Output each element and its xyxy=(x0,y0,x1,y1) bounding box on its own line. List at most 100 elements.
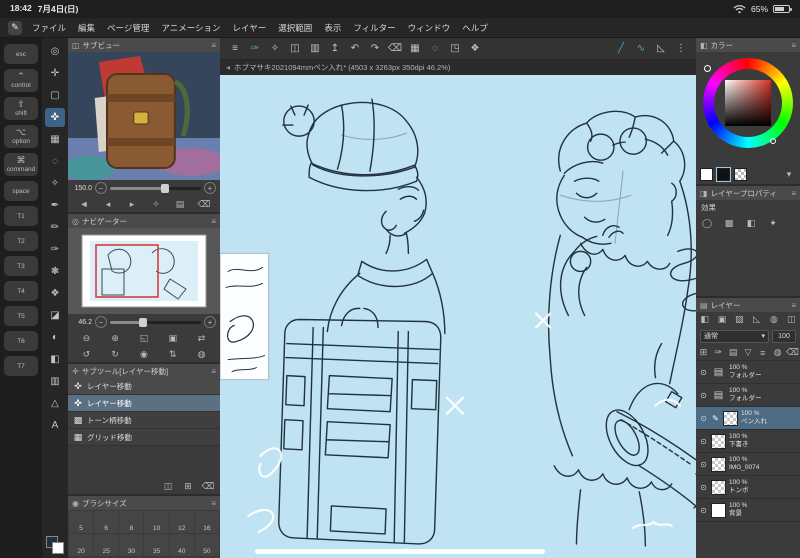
zoom-in-button[interactable]: + xyxy=(204,182,216,194)
tool-button[interactable]: ✧ xyxy=(45,174,65,193)
layer-row[interactable]: ⊙ ✎ ▤ 100 % トンボ xyxy=(696,476,800,499)
visibility-eye-icon[interactable]: ⊙ xyxy=(699,368,708,377)
command-bar-icon[interactable]: ≡ xyxy=(226,40,244,57)
layer-toolbar-icon[interactable]: ◍ xyxy=(771,346,785,359)
tool-button[interactable]: ✜ xyxy=(45,108,65,127)
tool-button[interactable]: ✑ xyxy=(45,240,65,259)
tool-button[interactable]: ✛ xyxy=(45,64,65,83)
layer-row[interactable]: ⊙ ✎ ▤ 100 % 背景 xyxy=(696,499,800,522)
command-bar-icon[interactable]: ✑ xyxy=(246,40,264,57)
brush-size-cell[interactable]: 12 xyxy=(169,511,194,533)
modifier-key[interactable]: T4 xyxy=(4,281,38,301)
subview-control-icon[interactable]: ✧ xyxy=(149,198,163,211)
transparent-color-chip[interactable] xyxy=(734,168,747,181)
command-bar-icon[interactable]: ↷ xyxy=(366,40,384,57)
tool-button[interactable]: ▢ xyxy=(45,86,65,105)
sv-cursor[interactable] xyxy=(770,138,776,144)
subview-control-icon[interactable]: ▤ xyxy=(173,198,187,211)
navigator-control-icon[interactable]: ↻ xyxy=(108,348,122,361)
brush-size-cell[interactable]: 50 xyxy=(194,534,219,556)
nav-zoom-in-button[interactable]: + xyxy=(204,316,216,328)
visibility-eye-icon[interactable]: ⊙ xyxy=(699,483,708,492)
subtool-header[interactable]: ✛ サブツール[レイヤー移動] ≡ xyxy=(68,364,220,378)
layer-toolbar-icon[interactable]: ⊞ xyxy=(696,346,710,359)
subview-zoom-slider[interactable] xyxy=(110,183,201,193)
navigator-thumbnail[interactable] xyxy=(68,228,220,314)
tool-button[interactable]: ◧ xyxy=(45,350,65,369)
blend-mode-select[interactable]: 通常 ▾ xyxy=(700,329,769,343)
panel-menu-icon[interactable]: ≡ xyxy=(211,41,216,50)
command-bar-icon[interactable]: ↥ xyxy=(326,40,344,57)
layer-toolbar-icon[interactable]: ▨ xyxy=(732,313,746,326)
color-swatch-pair[interactable] xyxy=(46,536,64,554)
brush-size-cell[interactable]: 20 xyxy=(69,534,94,556)
clip-studio-icon[interactable]: ✎ xyxy=(8,20,22,35)
hue-cursor[interactable] xyxy=(704,65,711,72)
panel-menu-icon[interactable]: ≡ xyxy=(211,217,216,226)
brush-size-cell[interactable]: 10 xyxy=(144,511,169,533)
layer-thumbnail[interactable] xyxy=(711,433,726,449)
modifier-key[interactable]: T3 xyxy=(4,256,38,276)
command-bar-icon[interactable]: ◫ xyxy=(286,40,304,57)
effect-icon[interactable]: ✦ xyxy=(766,217,780,230)
subtool-item[interactable]: ▦ グリッド移動 xyxy=(68,429,220,446)
navigator-control-icon[interactable]: ⊕ xyxy=(108,332,122,345)
navigator-control-icon[interactable]: ◱ xyxy=(137,332,151,345)
brush-size-cell[interactable]: 40 xyxy=(169,534,194,556)
modifier-key[interactable]: T5 xyxy=(4,306,38,326)
tab-collapse-icon[interactable]: ◂ xyxy=(226,63,230,72)
tool-button[interactable]: △ xyxy=(45,394,65,413)
layer-toolbar-icon[interactable]: ◧ xyxy=(698,313,712,326)
visibility-eye-icon[interactable]: ⊙ xyxy=(699,414,708,423)
modifier-key[interactable]: ⇧ shift xyxy=(4,97,38,120)
layer-toolbar-icon[interactable]: ▤ xyxy=(726,346,740,359)
command-bar-icon[interactable]: ◌ xyxy=(426,40,444,57)
navigator-control-icon[interactable]: ⊖ xyxy=(79,332,93,345)
panel-menu-icon[interactable]: ≡ xyxy=(211,499,216,508)
subtool-footer-icon[interactable]: ◫ xyxy=(161,480,175,493)
layer-row[interactable]: ⊙ ✎ ▤ 100 % フォルダー xyxy=(696,384,800,407)
effect-icon[interactable]: ◧ xyxy=(744,217,758,230)
panel-menu-icon[interactable]: ≡ xyxy=(211,367,216,376)
tool-button[interactable]: ◌ xyxy=(45,152,65,171)
modifier-key[interactable]: T6 xyxy=(4,331,38,351)
navigator-header[interactable]: ◎ ナビゲーター ≡ xyxy=(68,214,220,228)
white-color-chip[interactable] xyxy=(700,168,713,181)
tool-button[interactable]: ▥ xyxy=(45,372,65,391)
layer-header[interactable]: ▤ レイヤー ≡ xyxy=(696,298,800,312)
command-bar-icon[interactable]: ↶ xyxy=(346,40,364,57)
menu-item[interactable]: ヘルプ xyxy=(462,22,488,34)
command-bar-icon[interactable]: ∿ xyxy=(632,40,650,57)
subtool-footer-icon[interactable]: ⊞ xyxy=(181,480,195,493)
brush-size-cell[interactable]: 25 xyxy=(94,534,119,556)
tool-button[interactable]: ✏ xyxy=(45,218,65,237)
document-tab-title[interactable]: ホブマサキ2021094mmペン入れ* (4503 x 3263px 350dp… xyxy=(234,62,450,73)
brush-size-cell[interactable]: 8 xyxy=(119,511,144,533)
black-color-chip[interactable] xyxy=(716,167,731,182)
panel-menu-icon[interactable]: ≡ xyxy=(791,189,796,198)
layer-toolbar-icon[interactable]: ▽ xyxy=(741,346,755,359)
navigator-control-icon[interactable]: ↺ xyxy=(79,348,93,361)
tool-button[interactable]: ◪ xyxy=(45,306,65,325)
subtool-item[interactable]: ▩ トーン柄移動 xyxy=(68,412,220,429)
subtool-item[interactable]: ✜ レイヤー移動 xyxy=(68,395,220,412)
nav-zoom-out-button[interactable]: − xyxy=(95,316,107,328)
command-bar-icon[interactable]: ❖ xyxy=(466,40,484,57)
tool-button[interactable]: ❃ xyxy=(45,262,65,281)
menu-item[interactable]: フィルター xyxy=(353,22,395,34)
effect-icon[interactable]: ▩ xyxy=(722,217,736,230)
navigator-control-icon[interactable]: ▣ xyxy=(166,332,180,345)
brush-size-cell[interactable]: 35 xyxy=(144,534,169,556)
subtool-item[interactable]: ✜ レイヤー移動 xyxy=(68,378,220,395)
modifier-key[interactable]: space xyxy=(4,181,38,201)
layer-row[interactable]: ⊙ ✎ ▤ 100 % ペン入れ xyxy=(696,407,800,430)
modifier-key[interactable]: ⌃ control xyxy=(4,69,38,92)
color-header[interactable]: ◧ カラー ≡ xyxy=(696,38,800,52)
saturation-value-square[interactable] xyxy=(725,80,771,126)
command-bar-icon[interactable]: ✧ xyxy=(266,40,284,57)
brush-size-cell[interactable]: 5 xyxy=(69,511,94,533)
layer-opacity-value[interactable]: 100 xyxy=(772,329,796,343)
menu-item[interactable]: 編集 xyxy=(78,22,95,34)
layer-toolbar-icon[interactable]: ◍ xyxy=(767,313,781,326)
menu-item[interactable]: ウィンドウ xyxy=(408,22,451,34)
